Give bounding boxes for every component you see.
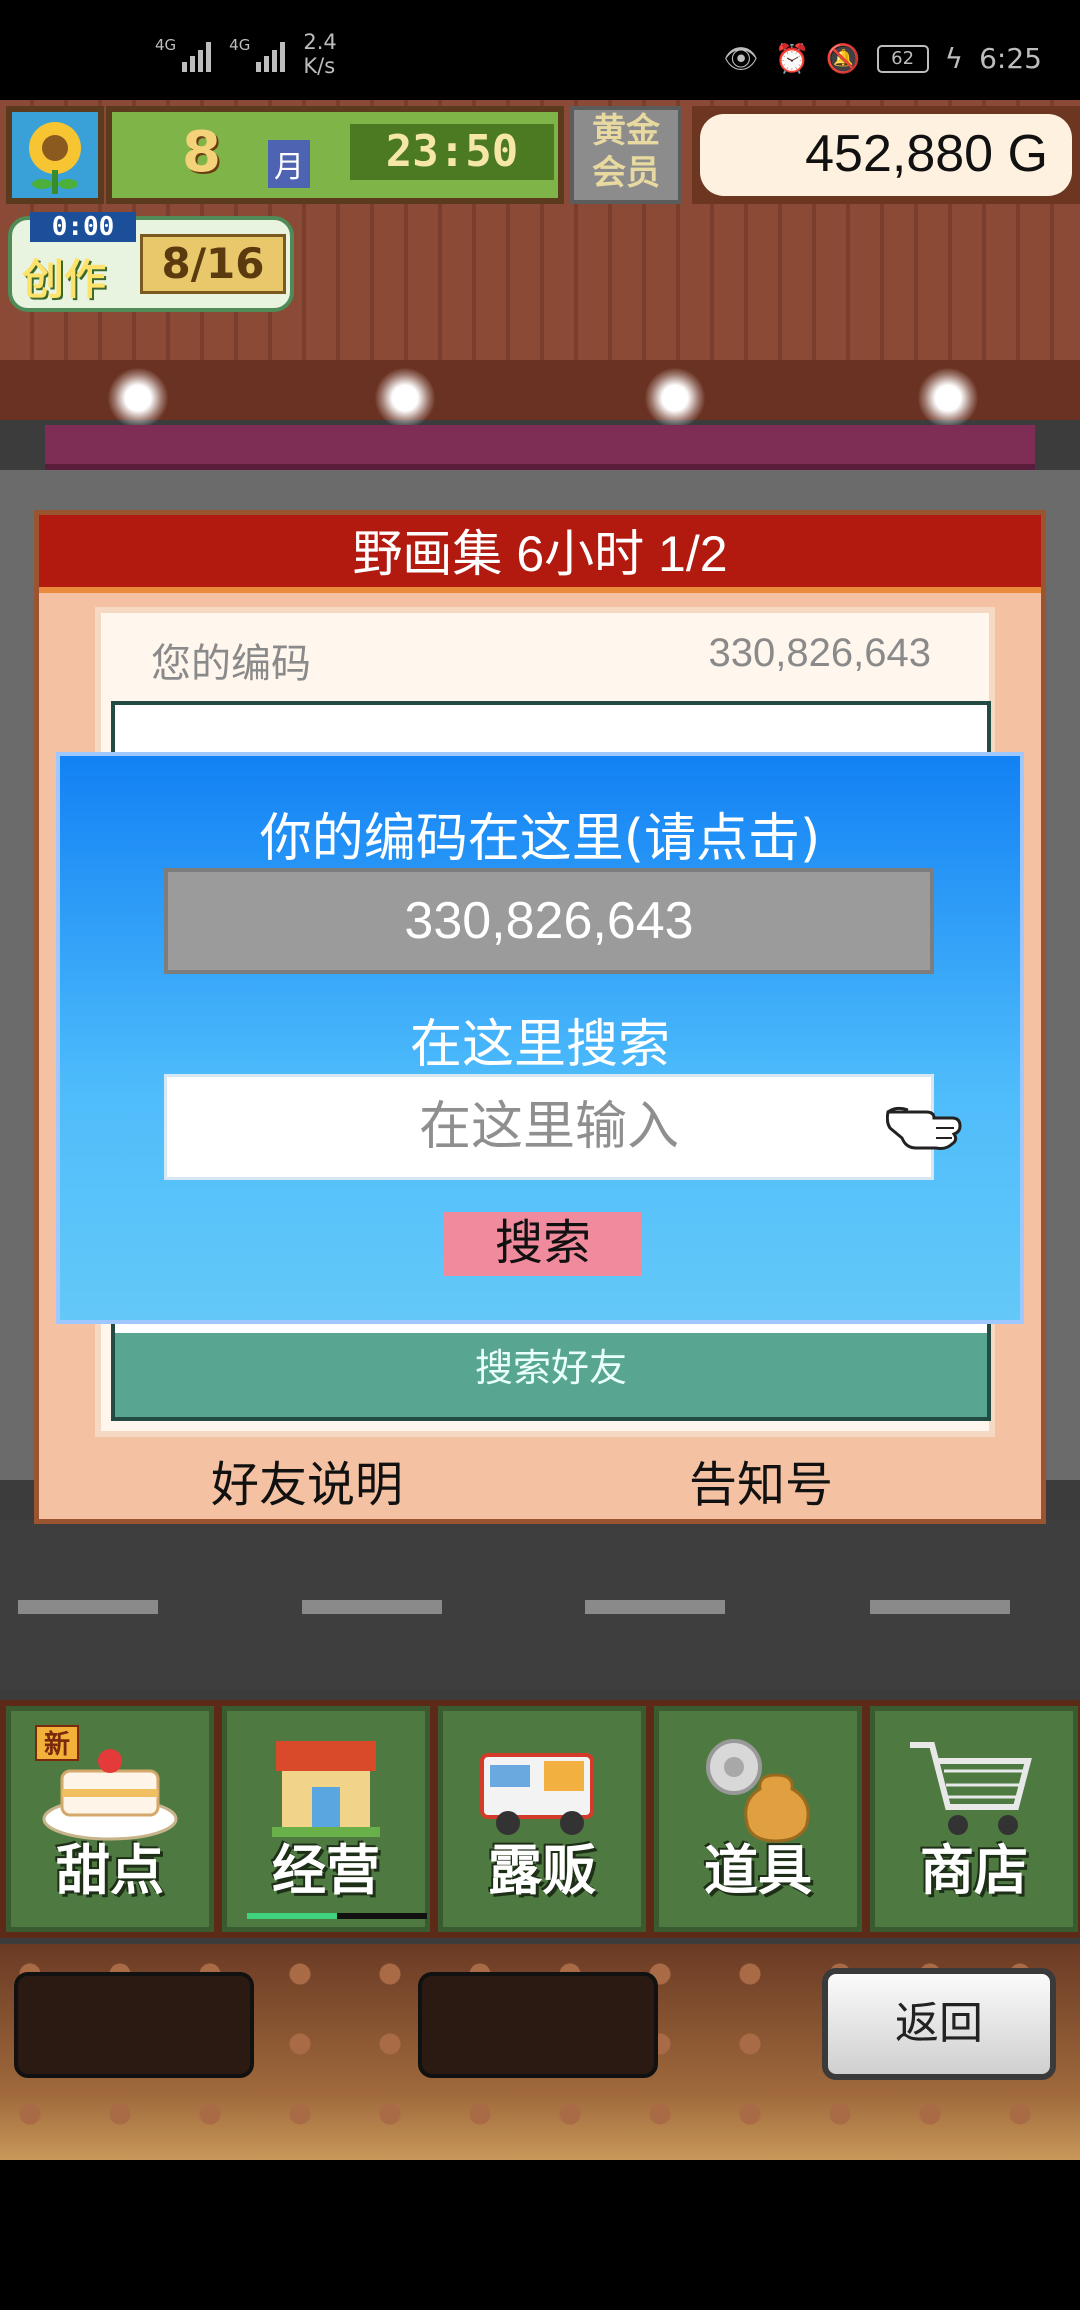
sunflower-icon[interactable] bbox=[6, 106, 104, 204]
mute-notification-icon: 🔕 bbox=[825, 42, 861, 75]
lamp-light bbox=[645, 368, 705, 428]
battery-icon: 62 bbox=[876, 44, 929, 73]
status-left: 4G 4G 2.4 K/s bbox=[155, 30, 337, 78]
money-value: 452,880 G bbox=[700, 114, 1072, 196]
charging-icon: ϟ bbox=[944, 42, 964, 75]
road-marking bbox=[302, 1600, 442, 1614]
game-clock: 23:50 bbox=[350, 124, 554, 180]
net-speed-value: 2.4 bbox=[303, 30, 337, 54]
menu-item-dessert[interactable]: 新 甜点 bbox=[6, 1706, 214, 1932]
empty-slot[interactable] bbox=[14, 1972, 254, 2078]
road-marking bbox=[585, 1600, 725, 1614]
status-bar: 4G 4G 2.4 K/s 👁 ⏰ 🔕 62 ϟ 6:25 bbox=[0, 0, 1080, 100]
your-code-label: 您的编码 bbox=[151, 641, 311, 687]
menu-item-stall[interactable]: 露贩 bbox=[438, 1706, 646, 1932]
pointing-hand-icon bbox=[886, 1106, 962, 1150]
lamp-light bbox=[375, 368, 435, 428]
search-label: 在这里搜索 bbox=[409, 1015, 670, 1075]
lamp-light bbox=[918, 368, 978, 428]
menu-label: 甜点 bbox=[56, 1839, 164, 1902]
back-button[interactable]: 返回 bbox=[822, 1968, 1056, 2080]
menu-label: 道具 bbox=[704, 1839, 812, 1902]
notice-button[interactable]: 告知号 bbox=[689, 1445, 833, 1515]
your-code-value: 330,826,643 bbox=[708, 631, 931, 675]
member-line-2: 会员 bbox=[592, 153, 660, 193]
net-speed-unit: K/s bbox=[303, 54, 336, 78]
search-button[interactable]: 搜索 bbox=[444, 1212, 642, 1276]
net-speed: 2.4 K/s bbox=[303, 30, 336, 78]
road-marking bbox=[18, 1600, 158, 1614]
alarm-icon: ⏰ bbox=[774, 42, 810, 75]
month-value: 8 bbox=[182, 120, 221, 185]
signal-strength-icon-2: 4G bbox=[229, 36, 286, 72]
money-panel: 452,880 G bbox=[692, 106, 1080, 204]
gold-member-badge[interactable]: 黄金 会员 bbox=[570, 106, 682, 204]
your-code-row: 您的编码 330,826,643 bbox=[101, 631, 989, 691]
create-count: 8/16 bbox=[140, 234, 286, 294]
clock: 6:25 bbox=[979, 42, 1042, 75]
network-type: 4G bbox=[155, 36, 177, 54]
active-indicator bbox=[247, 1913, 427, 1919]
popup-title: 你的编码在这里(请点击) bbox=[259, 809, 821, 869]
your-code-box[interactable]: 330,826,643 bbox=[164, 868, 934, 974]
signal-strength-icon: 4G bbox=[155, 36, 212, 72]
menu-label: 露贩 bbox=[488, 1839, 596, 1902]
shop-awning bbox=[45, 425, 1035, 470]
menu-item-items[interactable]: 道具 bbox=[654, 1706, 862, 1932]
menu-item-business[interactable]: 经营 bbox=[222, 1706, 430, 1932]
status-right: 👁 ⏰ 🔕 62 ϟ 6:25 bbox=[723, 42, 1042, 75]
search-input[interactable]: 在这里输入 bbox=[164, 1074, 934, 1180]
month-label: 月 bbox=[268, 140, 310, 188]
dialog-title: 野画集 6小时 1/2 bbox=[39, 515, 1041, 593]
road-marking bbox=[870, 1600, 1010, 1614]
find-friend-button[interactable]: 搜索好友 bbox=[115, 1333, 987, 1417]
friend-help-button[interactable]: 好友说明 bbox=[211, 1445, 403, 1515]
lamp-light bbox=[108, 368, 168, 428]
eye-icon: 👁 bbox=[723, 42, 759, 75]
menu-label: 经营 bbox=[272, 1839, 380, 1902]
bottom-menu: 新 甜点 经营 露贩 道具 商店 bbox=[0, 1700, 1080, 1938]
create-label: 创作 bbox=[22, 255, 107, 304]
menu-item-store[interactable]: 商店 bbox=[870, 1706, 1078, 1932]
network-type-2: 4G bbox=[229, 36, 251, 54]
member-line-1: 黄金 bbox=[592, 111, 660, 151]
empty-slot[interactable] bbox=[418, 1972, 658, 2078]
search-popup: 你的编码在这里(请点击) 330,826,643 在这里搜索 在这里输入 搜索 bbox=[56, 752, 1024, 1324]
create-timer: 0:00 bbox=[30, 212, 136, 242]
menu-label: 商店 bbox=[920, 1839, 1028, 1902]
